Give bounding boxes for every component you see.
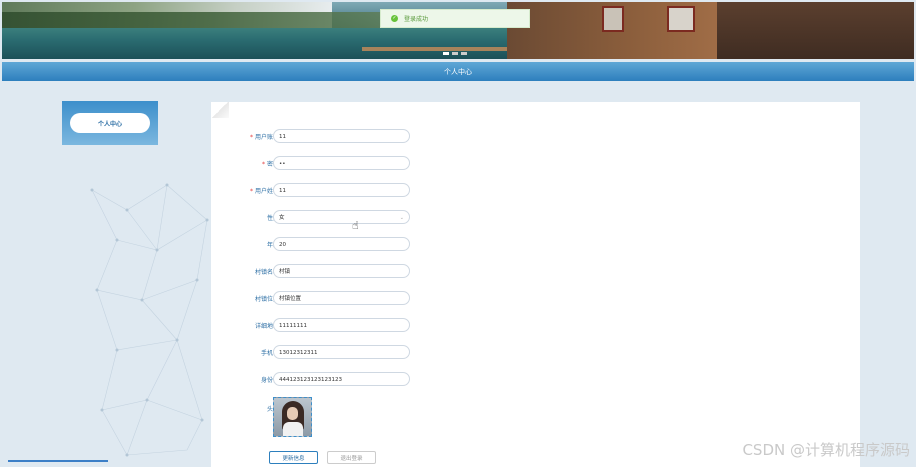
phone-input[interactable]: 13012312311 — [273, 345, 410, 359]
panel-folded-corner — [211, 102, 229, 118]
banner-window — [667, 6, 695, 32]
avatar-upload[interactable] — [273, 397, 312, 437]
carousel-dot[interactable] — [461, 52, 467, 55]
banner-window — [602, 6, 624, 32]
field-avatar: 头像 — [211, 401, 431, 416]
gender-select[interactable]: 女 ⌄ — [273, 210, 410, 224]
name-input[interactable]: 11 — [273, 183, 410, 197]
sidebar-item-profile[interactable]: 个人中心 — [70, 113, 150, 133]
watermark: CSDN @计算机程序源码 — [742, 441, 910, 459]
hand-cursor-icon: ☝ — [352, 219, 359, 232]
id-card-input[interactable]: 444123123123123123 — [273, 372, 410, 386]
password-input[interactable]: •• — [273, 156, 410, 170]
address-input[interactable]: 11111111 — [273, 318, 410, 332]
field-username: * 用户账号 11 — [211, 129, 431, 144]
field-id-card: 身份证 444123123123123123 — [211, 372, 431, 387]
page-title: 个人中心 — [444, 67, 472, 76]
field-address: 详细地址 11111111 — [211, 318, 431, 333]
carousel-dot[interactable] — [452, 52, 458, 55]
username-input[interactable]: 11 — [273, 129, 410, 143]
update-info-button[interactable]: 更新信息 — [269, 451, 318, 464]
field-village-name: 村镇名称 村镇 — [211, 264, 431, 279]
field-village-location: 村镇位置 村镇位置 — [211, 291, 431, 306]
sidebar-menu: 个人中心 — [62, 101, 158, 145]
chevron-down-icon: ⌄ — [399, 215, 404, 221]
network-decoration — [90, 183, 209, 457]
success-toast: ✓ 登录成功 — [380, 9, 530, 28]
age-input[interactable]: 20 — [273, 237, 410, 251]
toast-text: 登录成功 — [404, 16, 429, 23]
carousel-dots[interactable] — [443, 52, 467, 55]
field-name: * 用户姓名 11 — [211, 183, 431, 198]
check-circle-icon: ✓ — [391, 15, 398, 22]
page-title-bar: 个人中心 — [2, 62, 914, 81]
banner-house — [507, 2, 914, 59]
horizontal-scrollbar[interactable] — [8, 460, 108, 462]
carousel-dot[interactable] — [443, 52, 449, 55]
village-name-input[interactable]: 村镇 — [273, 264, 410, 278]
field-gender: 性别 女⌄ — [211, 210, 431, 225]
village-location-input[interactable]: 村镇位置 — [273, 291, 410, 305]
field-password: *密码 •• — [211, 156, 431, 171]
field-age: 年龄 20 — [211, 237, 431, 252]
banner-wall — [717, 2, 914, 59]
logout-button[interactable]: 退出登录 — [327, 451, 376, 464]
field-phone: 手机号 13012312311 — [211, 345, 431, 360]
